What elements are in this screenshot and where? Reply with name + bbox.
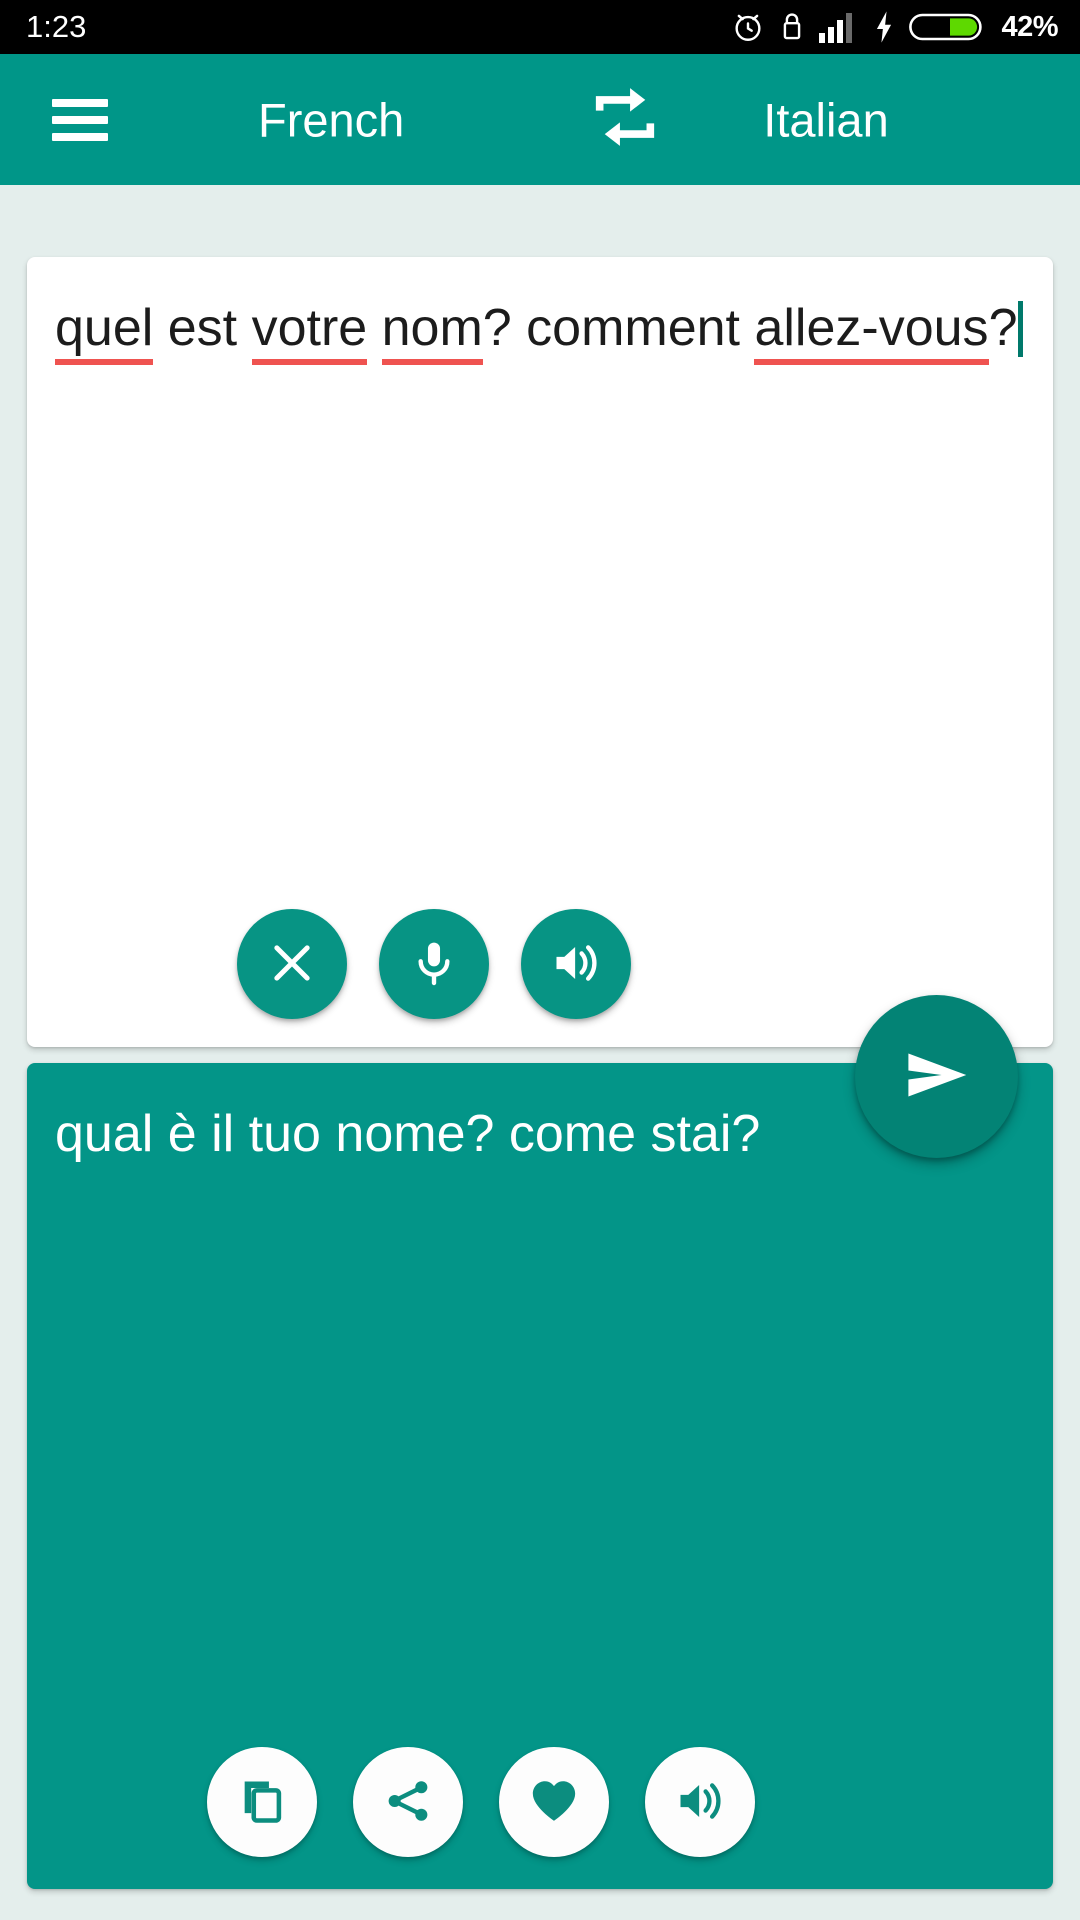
battery-percent: 42% bbox=[1001, 10, 1058, 43]
battery-icon bbox=[909, 10, 985, 44]
app-bar: French Italian bbox=[0, 54, 1080, 185]
send-icon bbox=[898, 1036, 976, 1117]
translator-app-screen: 1:23 42% French Italian quel est votre n… bbox=[0, 0, 1080, 1920]
source-text-segment bbox=[367, 299, 381, 357]
result-action-row bbox=[27, 1747, 1053, 1857]
listen-source-button[interactable] bbox=[521, 909, 631, 1019]
hamburger-menu-icon[interactable] bbox=[52, 98, 108, 141]
misspelled-word: votre bbox=[251, 299, 368, 365]
source-text-segment: ? bbox=[988, 299, 1018, 357]
text-caret bbox=[1018, 301, 1024, 357]
speaker-icon bbox=[674, 1775, 726, 1830]
misspelled-word: allez-vous bbox=[754, 299, 989, 365]
heart-icon bbox=[527, 1774, 581, 1831]
charging-bolt-icon bbox=[873, 10, 895, 44]
status-indicators: 42% bbox=[731, 10, 1058, 44]
swap-languages-icon bbox=[587, 79, 663, 160]
copy-button[interactable] bbox=[207, 1747, 317, 1857]
hamburger-line bbox=[52, 115, 108, 124]
microphone-icon bbox=[409, 938, 459, 991]
source-text-segment: est bbox=[153, 299, 252, 357]
translate-send-button[interactable] bbox=[855, 995, 1018, 1158]
hamburger-line bbox=[52, 98, 108, 107]
target-language-selector[interactable]: Italian bbox=[763, 92, 888, 147]
source-text-input[interactable]: quel est votre nom? comment allez-vous? bbox=[55, 290, 1025, 366]
misspelled-word: quel bbox=[55, 299, 154, 365]
alarm-icon bbox=[731, 10, 765, 44]
source-language-selector[interactable]: French bbox=[258, 92, 404, 147]
close-x-icon bbox=[266, 937, 318, 992]
signal-bars-icon bbox=[819, 11, 859, 43]
voice-input-button[interactable] bbox=[379, 909, 489, 1019]
translation-result-card: qual è il tuo nome? come stai? bbox=[27, 1063, 1053, 1889]
swap-languages-button[interactable] bbox=[579, 74, 671, 166]
status-bar: 1:23 42% bbox=[0, 0, 1080, 54]
source-action-row bbox=[27, 909, 1053, 1019]
misspelled-word: nom bbox=[381, 299, 483, 365]
lock-icon bbox=[779, 10, 805, 44]
favorite-button[interactable] bbox=[499, 1747, 609, 1857]
share-button[interactable] bbox=[353, 1747, 463, 1857]
speaker-icon bbox=[550, 937, 602, 992]
listen-result-button[interactable] bbox=[645, 1747, 755, 1857]
share-icon bbox=[383, 1776, 433, 1829]
status-clock: 1:23 bbox=[26, 9, 87, 44]
source-text-segment: ? comment bbox=[482, 299, 755, 357]
hamburger-line bbox=[52, 132, 108, 141]
clear-button[interactable] bbox=[237, 909, 347, 1019]
copy-icon bbox=[236, 1775, 288, 1830]
source-text-card: quel est votre nom? comment allez-vous? bbox=[27, 257, 1053, 1047]
